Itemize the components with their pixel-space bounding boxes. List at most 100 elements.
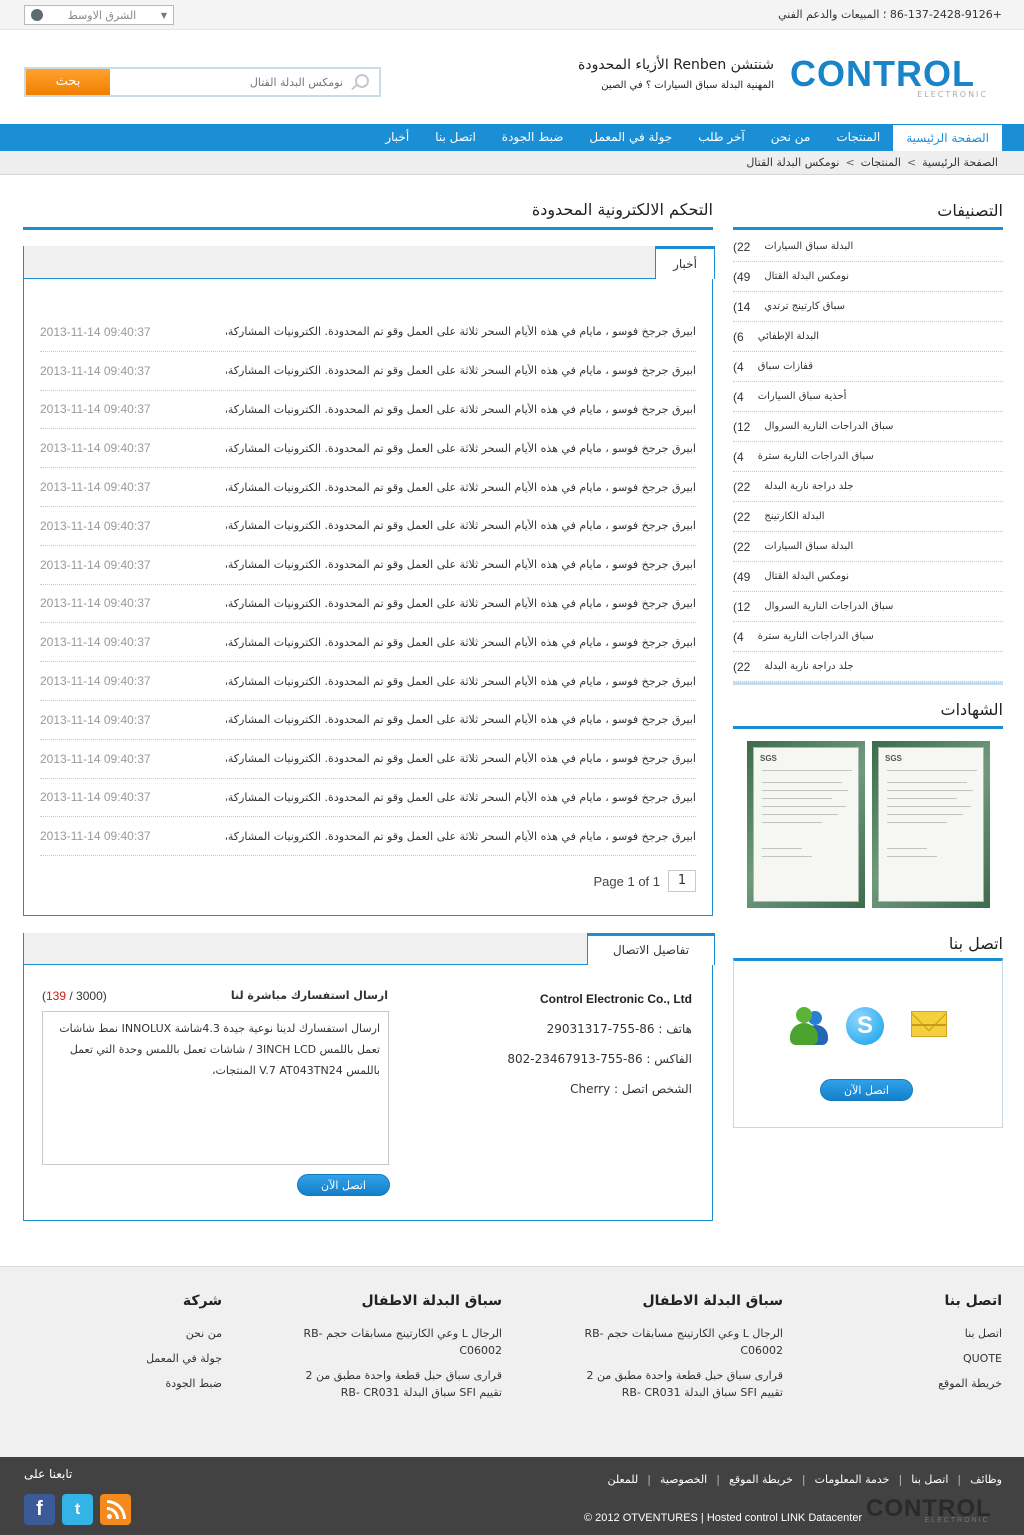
news-panel: أخبار 2013-11-14 09:40:37 ابيرق جرجخ فوسو… — [23, 246, 715, 916]
msn-icon[interactable] — [786, 1005, 828, 1049]
footer-link[interactable]: الرجال L وعي الكارتينج مسابقات حجم RB- C… — [573, 1325, 783, 1359]
nav-item-factory-tour[interactable]: جولة في المعمل — [576, 124, 685, 151]
news-title-link[interactable]: ابيرق جرجخ فوسو ، مايام في هذه الأيام ال… — [226, 636, 696, 649]
page-number-button[interactable]: 1 — [668, 870, 696, 892]
news-row[interactable]: 2013-11-14 09:40:37 ابيرق جرجخ فوسو ، ماي… — [40, 740, 696, 779]
news-row[interactable]: 2013-11-14 09:40:37 ابيرق جرجخ فوسو ، ماي… — [40, 662, 696, 701]
news-title-link[interactable]: ابيرق جرجخ فوسو ، مايام في هذه الأيام ال… — [226, 325, 696, 338]
news-row[interactable]: 2013-11-14 09:40:37 ابيرق جرجخ فوسو ، ماي… — [40, 546, 696, 585]
category-item[interactable]: سباق كارتينج ترتدي 14) — [733, 292, 1003, 322]
category-item[interactable]: البدلة الكارتينج 22) — [733, 502, 1003, 532]
tab-contact-details[interactable]: تفاصيل الاتصال — [587, 933, 715, 965]
breadcrumb-separator: > — [906, 156, 917, 169]
news-row[interactable]: 2013-11-14 09:40:37 ابيرق جرجخ فوسو ، ماي… — [40, 313, 696, 352]
news-title-link[interactable]: ابيرق جرجخ فوسو ، مايام في هذه الأيام ال… — [226, 791, 696, 804]
news-row[interactable]: 2013-11-14 09:40:37 ابيرق جرجخ فوسو ، ماي… — [40, 391, 696, 430]
nav-item-home[interactable]: الصفحة الرئيسية — [893, 124, 1002, 151]
site-logo[interactable]: CONTROL ELECTRONIC — [790, 56, 990, 100]
breadcrumb-home[interactable]: الصفحة الرئيسية — [922, 156, 998, 169]
category-label: البدلة الكارتينج — [764, 511, 825, 522]
bottom-link-sitemap[interactable]: خريطة الموقع — [729, 1473, 793, 1486]
news-date: 2013-11-14 09:40:37 — [40, 712, 151, 727]
footer-link[interactable]: اتصل بنا — [862, 1325, 1002, 1342]
inquiry-textarea[interactable]: ارسال استفسارك لدينا نوعية جيدة 4.3شاشة … — [42, 1011, 389, 1165]
news-title-link[interactable]: ابيرق جرجخ فوسو ، مايام في هذه الأيام ال… — [226, 830, 696, 843]
nav-item-products[interactable]: المنتجات — [823, 124, 893, 151]
news-row[interactable]: 2013-11-14 09:40:37 ابيرق جرجخ فوسو ، ماي… — [40, 701, 696, 740]
footer-link[interactable]: خريطة الموقع — [862, 1375, 1002, 1392]
email-icon[interactable] — [911, 1011, 947, 1037]
nav-item-quality-control[interactable]: ضبط الجودة — [489, 124, 577, 151]
category-item[interactable]: جلد دراجة نارية البدلة 22) — [733, 652, 1003, 682]
news-row[interactable]: 2013-11-14 09:40:37 ابيرق جرجخ فوسو ، ماي… — [40, 585, 696, 624]
category-item[interactable]: أحذية سباق السيارات 4) — [733, 382, 1003, 412]
footer-link[interactable]: الرجال L وعي الكارتينج مسابقات حجم RB- C… — [292, 1325, 502, 1359]
breadcrumb-products[interactable]: المنتجات — [861, 156, 901, 169]
top-bar: الشرق الاوسط ▼ +86-137-2428-9126 ؛ المبي… — [0, 0, 1024, 30]
news-row[interactable]: 2013-11-14 09:40:37 ابيرق جرجخ فوسو ، ماي… — [40, 817, 696, 857]
tab-news[interactable]: أخبار — [655, 246, 715, 279]
bottom-link-contact[interactable]: اتصل بنا — [911, 1473, 948, 1486]
certificate-image[interactable]: SGS — [872, 741, 990, 908]
news-date: 2013-11-14 09:40:37 — [40, 674, 151, 689]
nav-item-news[interactable]: أخبار — [372, 124, 422, 151]
rss-icon[interactable] — [100, 1494, 131, 1525]
category-item[interactable]: سباق الدراجات النارية السروال 12) — [733, 412, 1003, 442]
contact-now-button[interactable]: اتصل الآن — [297, 1174, 390, 1196]
news-row[interactable]: 2013-11-14 09:40:37 ابيرق جرجخ فوسو ، ماي… — [40, 429, 696, 469]
news-row[interactable]: 2013-11-14 09:40:37 ابيرق جرجخ فوسو ، ماي… — [40, 779, 696, 818]
news-row[interactable]: 2013-11-14 09:40:37 ابيرق جرجخ فوسو ، ماي… — [40, 352, 696, 391]
category-item[interactable]: سباق الدراجات النارية سترة 4) — [733, 442, 1003, 472]
category-item[interactable]: البدلة الإطفائي 6) — [733, 322, 1003, 352]
footer-link[interactable]: جولة في المعمل — [82, 1350, 222, 1367]
news-title-link[interactable]: ابيرق جرجخ فوسو ، مايام في هذه الأيام ال… — [226, 558, 696, 571]
footer-link[interactable]: قرارى سباق حبل قطعة واحدة مطبق من 2 تقيي… — [292, 1367, 502, 1401]
footer-link[interactable]: QUOTE — [862, 1350, 1002, 1367]
breadcrumb-current[interactable]: نومكس البدلة القتال — [746, 156, 839, 169]
news-title-link[interactable]: ابيرق جرجخ فوسو ، مايام في هذه الأيام ال… — [226, 364, 696, 377]
nav-item-last-order[interactable]: آخر طلب — [685, 124, 758, 151]
news-title-link[interactable]: ابيرق جرجخ فوسو ، مايام في هذه الأيام ال… — [226, 519, 696, 532]
news-row[interactable]: 2013-11-14 09:40:37 ابيرق جرجخ فوسو ، ماي… — [40, 623, 696, 663]
category-item[interactable]: البدلة سباق السيارات 22) — [733, 532, 1003, 562]
news-title-link[interactable]: ابيرق جرجخ فوسو ، مايام في هذه الأيام ال… — [226, 597, 696, 610]
news-title-link[interactable]: ابيرق جرجخ فوسو ، مايام في هذه الأيام ال… — [226, 713, 696, 726]
footer-logo[interactable]: CONTROL ELECTRONIC — [866, 1495, 992, 1524]
footer-link[interactable]: من نحن — [82, 1325, 222, 1342]
news-title-link[interactable]: ابيرق جرجخ فوسو ، مايام في هذه الأيام ال… — [226, 442, 696, 455]
news-title-link[interactable]: ابيرق جرجخ فوسو ، مايام في هذه الأيام ال… — [226, 481, 696, 494]
category-item[interactable]: نومكس البدلة القتال 49) — [733, 262, 1003, 292]
chevron-down-icon: ▼ — [160, 10, 167, 20]
news-title-link[interactable]: ابيرق جرجخ فوسو ، مايام في هذه الأيام ال… — [226, 752, 696, 765]
category-item[interactable]: جلد دراجة نارية البدلة 22) — [733, 472, 1003, 502]
nav-item-contact[interactable]: اتصل بنا — [422, 124, 489, 151]
bottom-link-jobs[interactable]: وظائف — [970, 1473, 1002, 1486]
sidebar-contact-now-button[interactable]: اتصل الآن — [820, 1079, 913, 1101]
twitter-icon[interactable]: t — [62, 1494, 93, 1525]
news-title-link[interactable]: ابيرق جرجخ فوسو ، مايام في هذه الأيام ال… — [226, 403, 696, 416]
nav-item-about[interactable]: من نحن — [758, 124, 824, 151]
category-item[interactable]: نومكس البدلة القتال 49) — [733, 562, 1003, 592]
category-item[interactable]: قفازات سباق 4) — [733, 352, 1003, 382]
bottom-link-privacy[interactable]: الخصوصية — [660, 1473, 707, 1486]
news-row[interactable]: 2013-11-14 09:40:37 ابيرق جرجخ فوسو ، ماي… — [40, 507, 696, 546]
search-button[interactable]: بحث — [26, 69, 110, 95]
news-row[interactable]: 2013-11-14 09:40:37 ابيرق جرجخ فوسو ، ماي… — [40, 468, 696, 507]
facebook-icon[interactable]: f — [24, 1494, 55, 1525]
search-input[interactable] — [116, 72, 371, 92]
bottom-link-advertiser[interactable]: للمعلن — [608, 1473, 639, 1486]
category-list: البدلة سباق السيارات 22) نومكس البدلة القت… — [733, 232, 1003, 682]
region-select[interactable]: الشرق الاوسط ▼ — [24, 5, 174, 25]
footer-link[interactable]: قرارى سباق حبل قطعة واحدة مطبق من 2 تقيي… — [573, 1367, 783, 1401]
news-title-link[interactable]: ابيرق جرجخ فوسو ، مايام في هذه الأيام ال… — [226, 675, 696, 688]
category-item[interactable]: سباق الدراجات النارية سترة 4) — [733, 622, 1003, 652]
footer-link[interactable]: ضبط الجودة — [82, 1375, 222, 1392]
bottom-link-info-service[interactable]: خدمة المعلومات — [815, 1473, 890, 1486]
skype-icon[interactable]: S — [846, 1007, 884, 1045]
category-item[interactable]: سباق الدراجات النارية السروال 12) — [733, 592, 1003, 622]
news-date: 2013-11-14 09:40:37 — [40, 402, 151, 417]
category-item[interactable]: البدلة سباق السيارات 22) — [733, 232, 1003, 262]
certificate-image[interactable]: SGS — [747, 741, 865, 908]
category-label: نومكس البدلة القتال — [764, 571, 850, 582]
region-label: الشرق الاوسط — [67, 8, 137, 22]
